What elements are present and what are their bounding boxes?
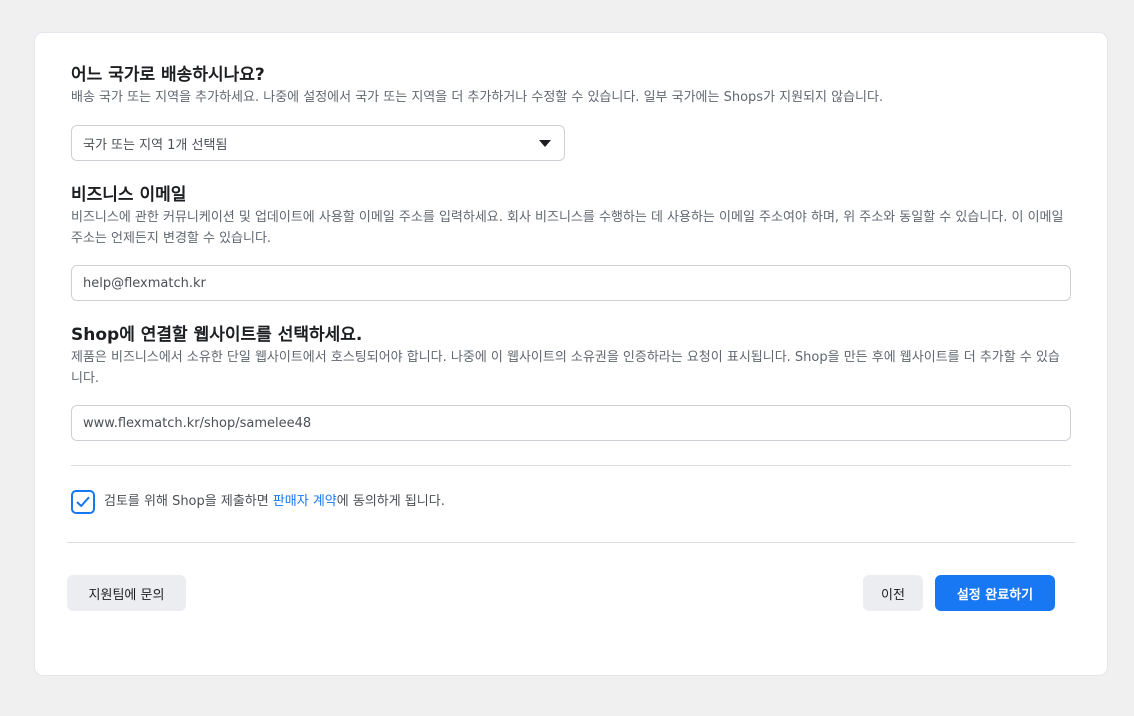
email-section: 비즈니스 이메일 비즈니스에 관한 커뮤니케이션 및 업데이트에 사용할 이메일…	[71, 184, 1071, 249]
contact-support-button[interactable]: 지원팀에 문의	[67, 575, 186, 611]
agreement-text-after: 에 동의하게 됩니다.	[336, 494, 445, 509]
caret-down-icon	[539, 139, 551, 147]
agreement-text: 검토를 위해 Shop을 제출하면 판매자 계약에 동의하게 됩니다.	[104, 492, 445, 512]
checkmark-icon	[76, 496, 90, 507]
website-field[interactable]: www.flexmatch.kr/shop/samelee48	[71, 405, 1071, 441]
website-field-value: www.flexmatch.kr/shop/samelee48	[83, 415, 312, 431]
back-button[interactable]: 이전	[863, 575, 923, 611]
website-description: 제품은 비즈니스에서 소유한 단일 웹사이트에서 호스팅되어야 합니다. 나중에…	[71, 350, 1060, 386]
agreement-text-before: 검토를 위해 Shop을 제출하면	[104, 494, 273, 509]
email-field[interactable]: help@flexmatch.kr	[71, 265, 1071, 301]
footer-divider	[67, 542, 1075, 543]
shipping-heading: 어느 국가로 배송하시나요?	[71, 65, 265, 85]
country-select[interactable]: 국가 또는 지역 1개 선택됨	[71, 125, 565, 161]
agreement-checkbox[interactable]	[71, 490, 95, 514]
website-heading: Shop에 연결할 웹사이트를 선택하세요.	[71, 325, 363, 345]
country-select-value: 국가 또는 지역 1개 선택됨	[83, 137, 228, 153]
seller-agreement-link[interactable]: 판매자 계약	[273, 494, 337, 509]
email-description: 비즈니스에 관한 커뮤니케이션 및 업데이트에 사용할 이메일 주소를 입력하세…	[71, 210, 1064, 246]
shipping-section: 어느 국가로 배송하시나요? 배송 국가 또는 지역을 추가하세요. 나중에 설…	[71, 64, 1071, 108]
website-section: Shop에 연결할 웹사이트를 선택하세요. 제품은 비즈니스에서 소유한 단일…	[71, 324, 1071, 389]
email-field-value: help@flexmatch.kr	[83, 275, 206, 291]
section-divider	[71, 465, 1071, 466]
setup-card: 어느 국가로 배송하시나요? 배송 국가 또는 지역을 추가하세요. 나중에 설…	[35, 33, 1107, 675]
shipping-description: 배송 국가 또는 지역을 추가하세요. 나중에 설정에서 국가 또는 지역을 더…	[71, 90, 884, 105]
finish-setup-button[interactable]: 설정 완료하기	[935, 575, 1055, 611]
email-heading: 비즈니스 이메일	[71, 185, 187, 205]
